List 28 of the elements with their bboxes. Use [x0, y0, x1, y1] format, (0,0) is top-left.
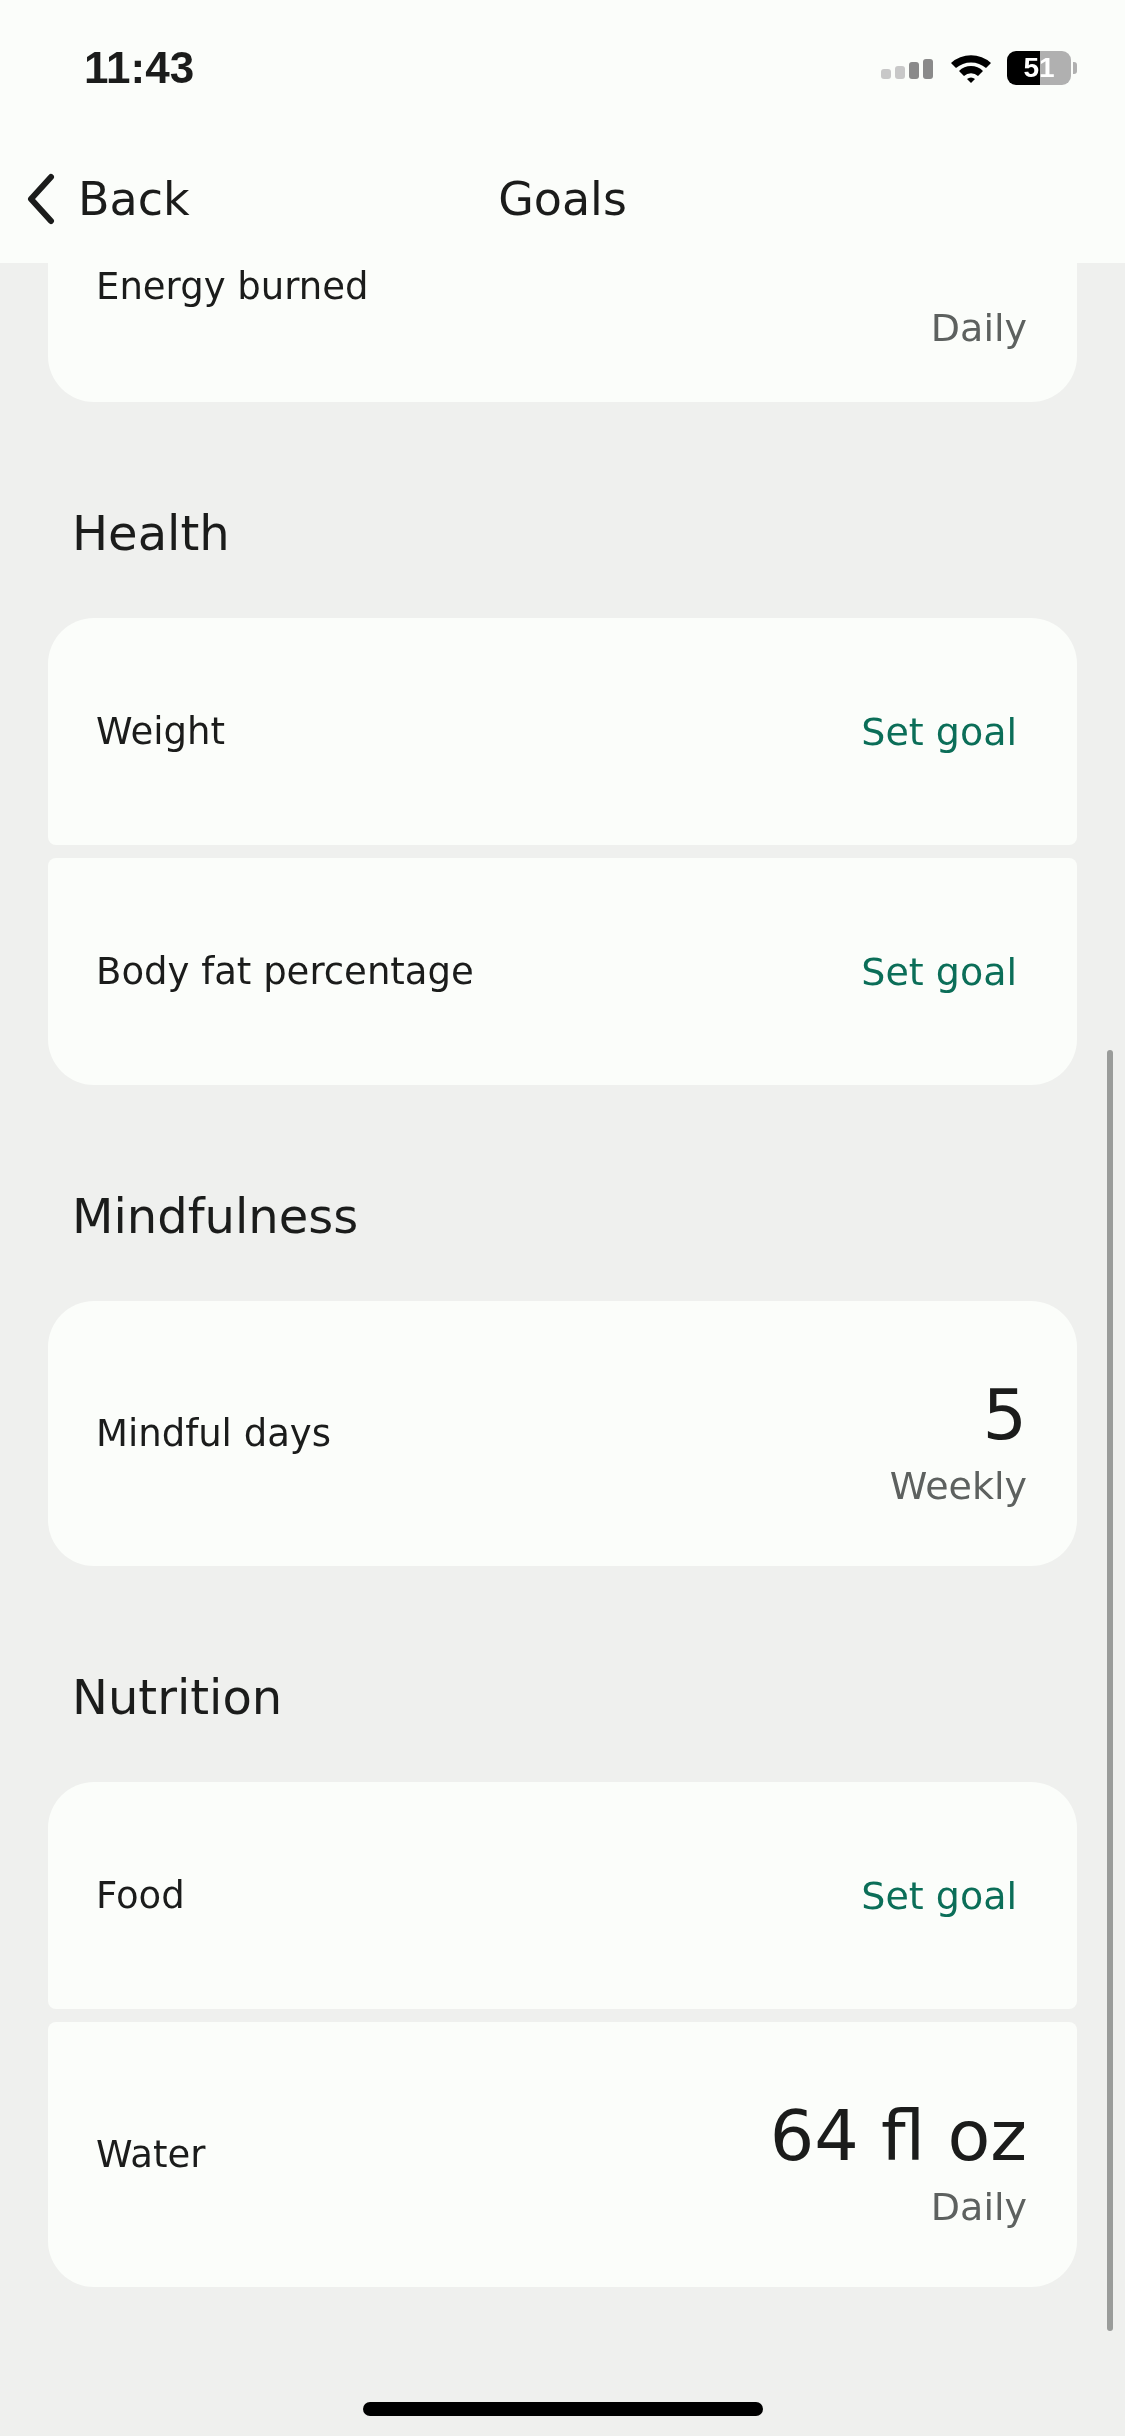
section-heading: Nutrition	[71, 1668, 284, 1727]
goal-card[interactable]: Water 64 fl oz Daily	[48, 2022, 1077, 2287]
goal-label: Mindful days	[96, 1412, 331, 1455]
back-button[interactable]: Back	[0, 172, 190, 226]
goal-card[interactable]: Body fat percentage Set goal	[48, 858, 1077, 1085]
goal-card[interactable]: Energy burned Daily	[48, 263, 1077, 402]
goal-value: 5	[982, 1379, 1027, 1450]
goal-label: Energy burned	[96, 265, 369, 308]
goal-label: Body fat percentage	[96, 950, 474, 993]
section-heading: Health	[71, 504, 231, 563]
goal-period: Daily	[930, 2184, 1027, 2229]
goal-value: 64 fl oz	[769, 2100, 1027, 2171]
section-heading: Mindfulness	[71, 1187, 360, 1246]
goal-period: Weekly	[889, 1463, 1027, 1508]
status-time: 11:43	[84, 42, 195, 93]
goal-label: Water	[96, 2133, 206, 2176]
goal-card[interactable]: Mindful days 5 Weekly	[48, 1301, 1077, 1566]
set-goal-link[interactable]: Set goal	[861, 709, 1017, 754]
signal-icon	[881, 56, 935, 79]
goal-label: Weight	[96, 710, 225, 753]
goal-card[interactable]: Food Set goal	[48, 1782, 1077, 2009]
goal-label: Food	[96, 1874, 185, 1917]
chevron-left-icon	[26, 173, 56, 225]
set-goal-link[interactable]: Set goal	[861, 949, 1017, 994]
goal-card[interactable]: Weight Set goal	[48, 618, 1077, 845]
goal-period: Daily	[930, 306, 1027, 350]
set-goal-link[interactable]: Set goal	[861, 1873, 1017, 1918]
page-title: Goals	[498, 172, 627, 226]
